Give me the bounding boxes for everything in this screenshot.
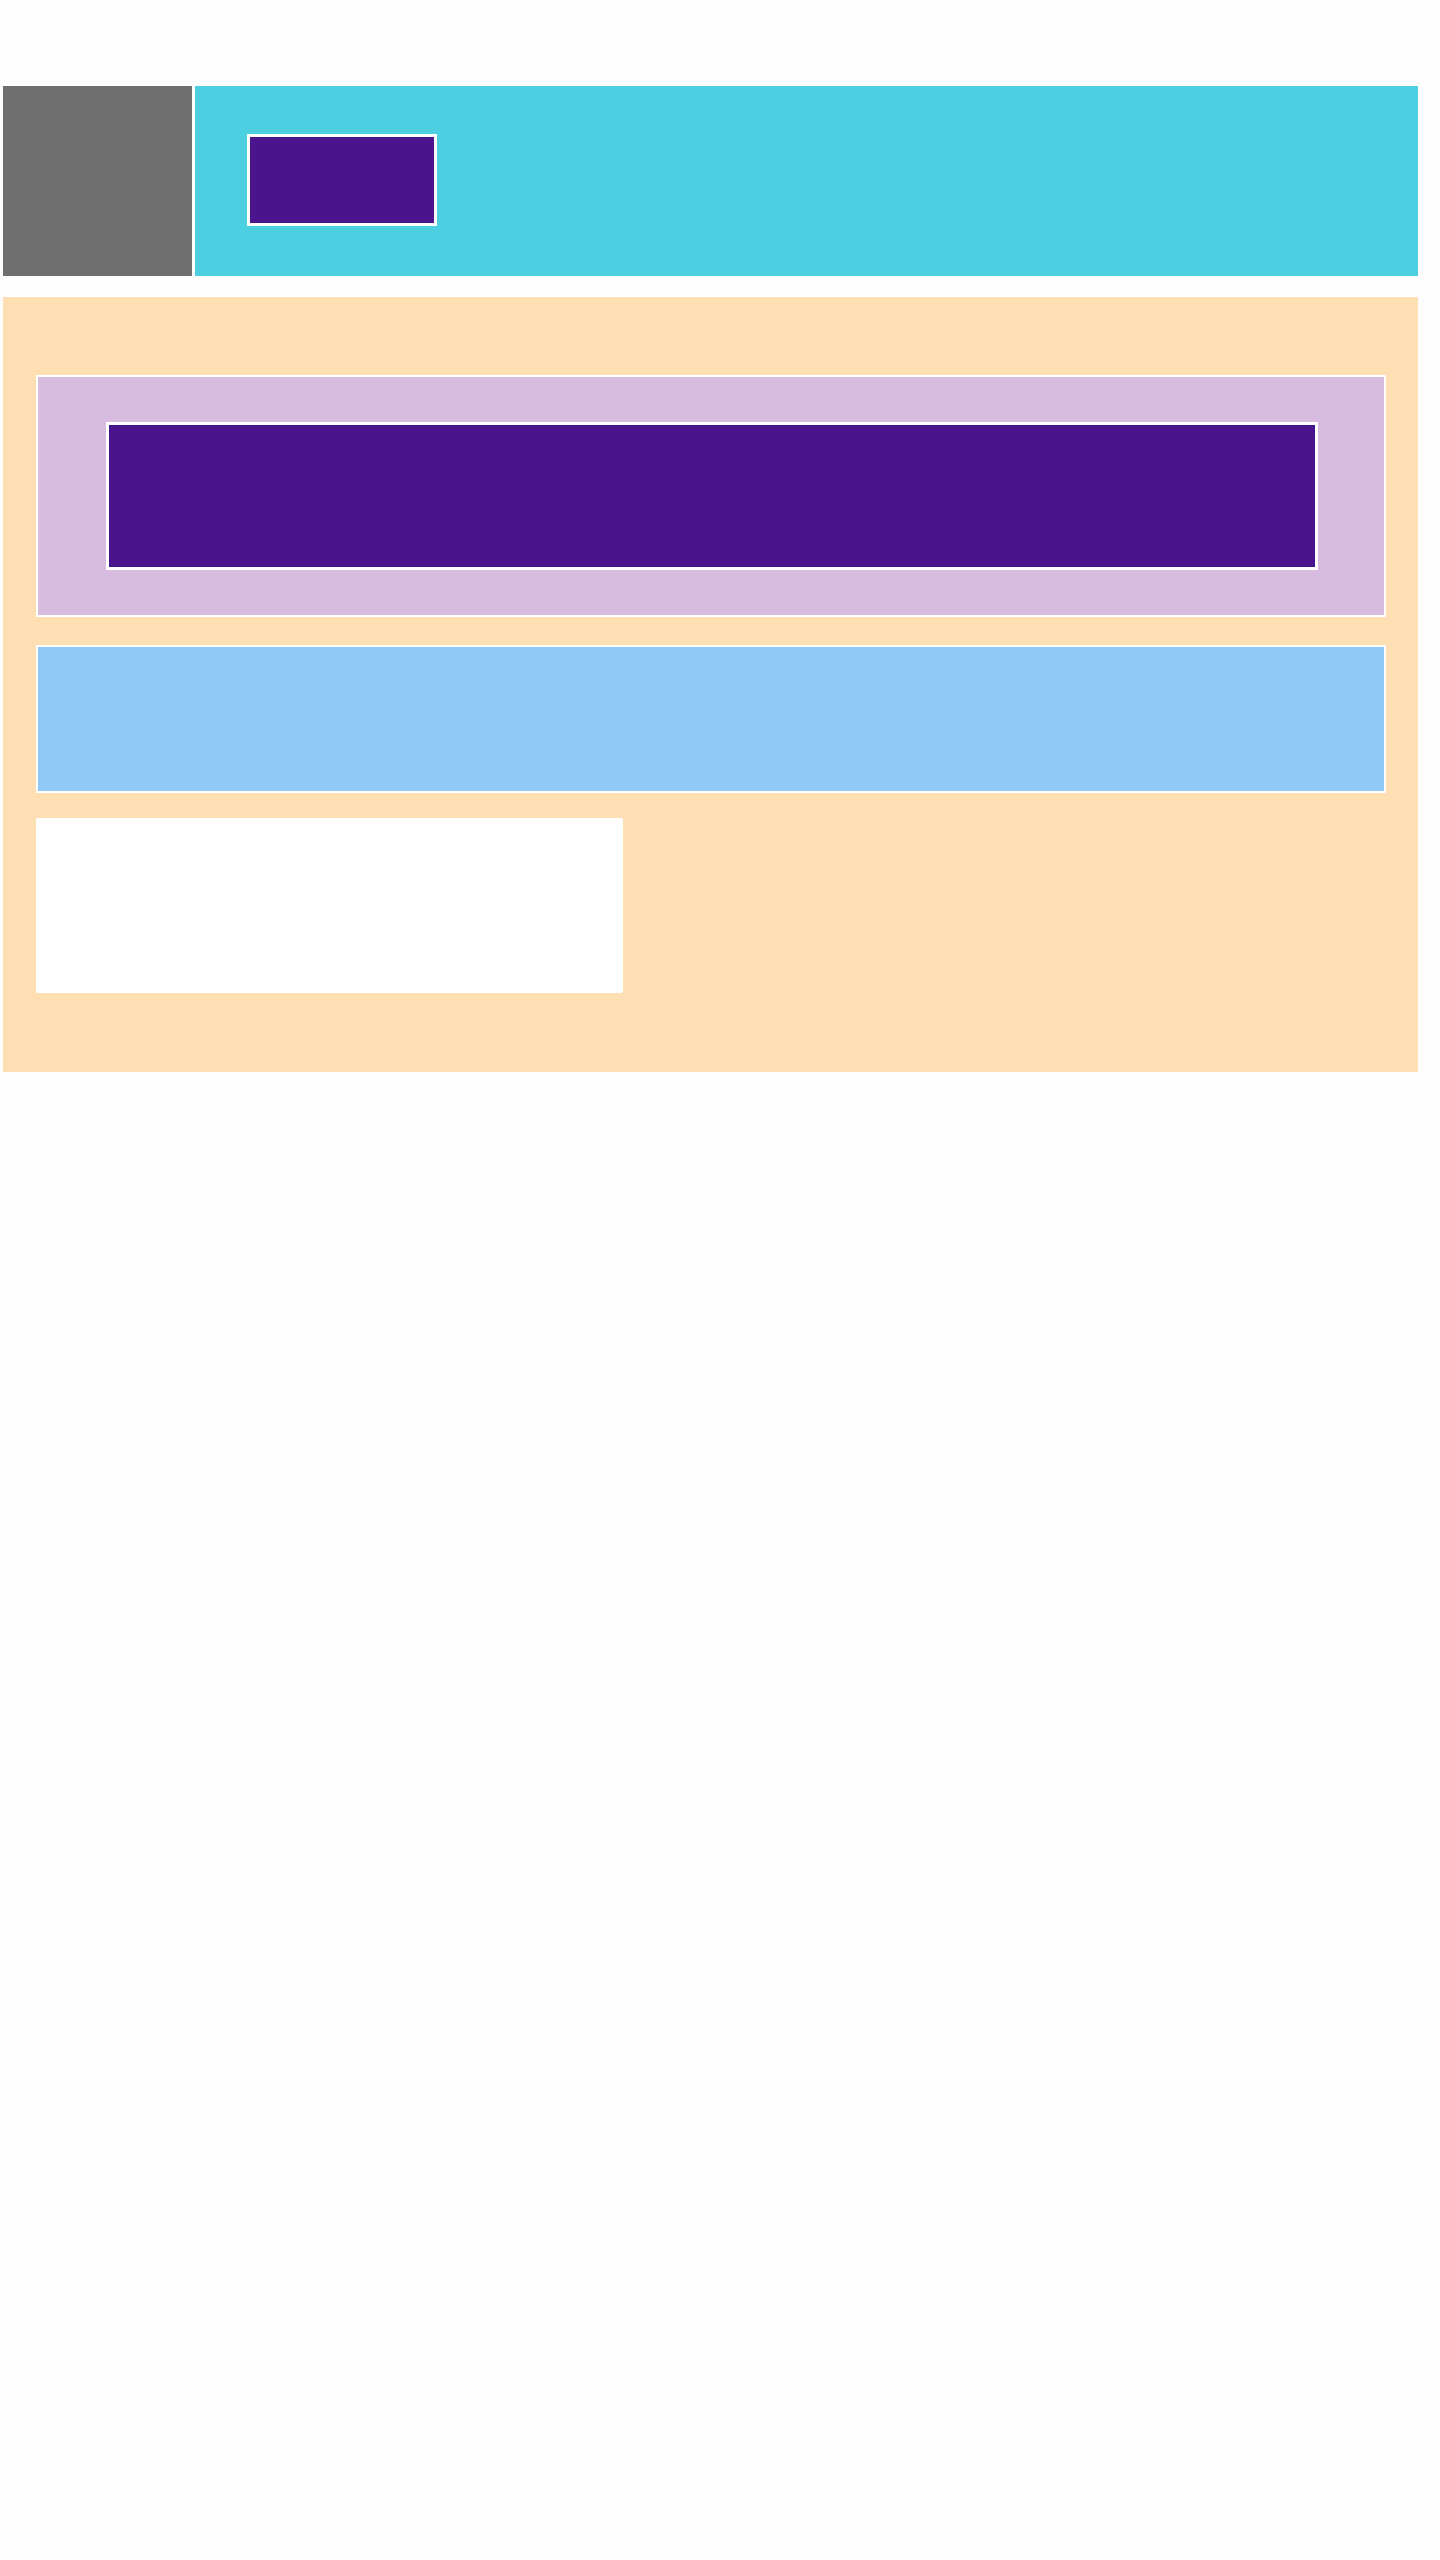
header-action-button[interactable]	[247, 134, 437, 226]
content-card	[36, 818, 623, 993]
featured-section	[36, 375, 1386, 617]
header-logo-block	[3, 86, 195, 276]
header-bar	[195, 86, 1418, 276]
featured-banner[interactable]	[106, 422, 1318, 570]
top-header	[3, 86, 1418, 276]
info-panel	[36, 645, 1386, 793]
main-content	[3, 297, 1418, 1072]
